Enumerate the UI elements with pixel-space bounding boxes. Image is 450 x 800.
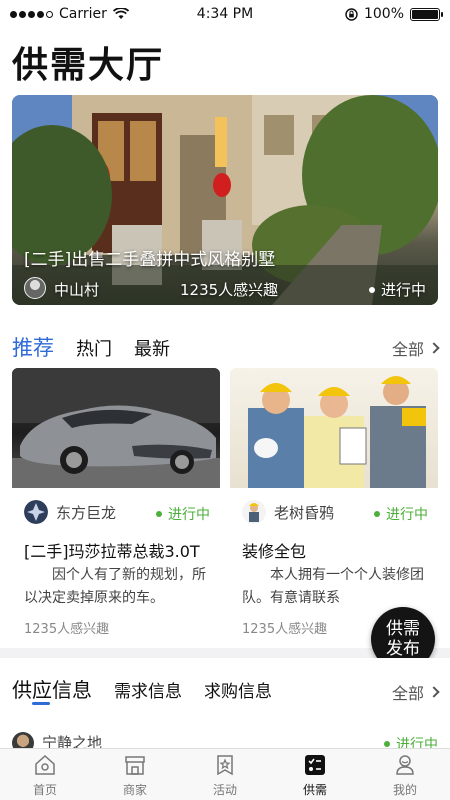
card-status-label: 进行中	[168, 507, 210, 523]
avatar	[24, 500, 48, 524]
recommend-tabs: 推荐 热门 最新	[12, 332, 170, 362]
card-interest-count: 1235人感兴趣	[242, 622, 328, 637]
recommend-section: 推荐 热门 最新 全部 东方巨龙 进行中 [二手]玛莎拉蒂总裁3.0T 因个人有…	[0, 318, 450, 648]
tabbar-item-activity[interactable]: 活动	[180, 749, 270, 800]
publish-button-line1: 供需	[386, 619, 420, 639]
page-title: 供需大厅	[12, 45, 165, 86]
hero-section: [二手]出售二手叠拼中式风格别墅 中山村 1235人感兴趣 进行中	[0, 90, 450, 318]
recommend-see-all[interactable]: 全部	[391, 336, 440, 360]
card-title: 装修全包	[242, 542, 307, 561]
tabbar-item-profile[interactable]: 我的	[360, 749, 450, 800]
tabbar-label: 供需	[302, 783, 327, 797]
tabbar-item-home[interactable]: 首页	[0, 749, 90, 800]
hero-meta: 中山村 1235人感兴趣 进行中	[24, 277, 426, 299]
tabbar-label: 活动	[212, 783, 237, 797]
recommend-card-car[interactable]: 东方巨龙 进行中 [二手]玛莎拉蒂总裁3.0T 因个人有了新的规划，所以决定卖掉…	[12, 368, 220, 638]
status-dot-icon	[384, 741, 390, 747]
hero-status-label: 进行中	[380, 281, 426, 299]
tabbar-item-shop[interactable]: 商家	[90, 749, 180, 800]
status-badge: 进行中	[374, 504, 428, 524]
see-all-label: 全部	[391, 340, 424, 359]
info-see-all[interactable]: 全部	[391, 680, 440, 704]
card-interest-count: 1235人感兴趣	[24, 622, 110, 637]
tab-purchase[interactable]: 求购信息	[204, 677, 272, 702]
status-right: 100%	[345, 6, 443, 22]
car-illustration	[12, 368, 220, 488]
tabbar-label: 我的	[392, 783, 417, 797]
card-description: 因个人有了新的规划，所以决定卖掉原来的车。	[24, 567, 206, 606]
card-author: 老树昏鸦	[274, 503, 335, 522]
sports-car-photo	[12, 368, 220, 488]
supply-demand-icon	[305, 755, 325, 775]
bottom-tab-bar: 首页 商家 活动 供需 我的	[0, 748, 450, 800]
hero-author: 中山村	[54, 281, 100, 299]
hero-status-badge: 进行中	[368, 279, 426, 300]
home-icon	[35, 754, 55, 775]
construction-workers-photo	[230, 368, 438, 488]
card-author: 东方巨龙	[56, 503, 117, 522]
villa-photo	[12, 95, 438, 305]
tab-recommend[interactable]: 推荐	[12, 332, 54, 362]
hero-interest-count: 1235人感兴趣	[180, 281, 279, 299]
card-description: 本人拥有一个个人装修团队。有意请联系	[242, 567, 424, 606]
status-dot-icon	[374, 511, 380, 517]
profile-icon	[396, 755, 414, 775]
info-section: 供应信息 需求信息 求购信息 全部 宁静之地 进行中	[0, 658, 450, 754]
chevron-right-icon	[428, 342, 440, 354]
card-user: 东方巨龙	[24, 500, 116, 524]
tab-hot[interactable]: 热门	[76, 335, 112, 361]
status-bar: Carrier 4:34 PM 100%	[0, 0, 450, 28]
status-badge: 进行中	[156, 504, 210, 524]
active-tab-indicator	[32, 702, 50, 705]
card-title: [二手]玛莎拉蒂总裁3.0T	[24, 542, 200, 561]
avatar	[242, 500, 266, 524]
tab-latest[interactable]: 最新	[134, 335, 170, 361]
hero-title: [二手]出售二手叠拼中式风格别墅	[24, 250, 276, 270]
tabbar-label: 商家	[122, 783, 147, 797]
workers-illustration	[248, 376, 426, 488]
chevron-right-icon	[428, 686, 440, 698]
tabbar-item-supply-demand[interactable]: 供需	[270, 749, 360, 800]
battery-icon	[410, 7, 443, 21]
recommend-card-renovation[interactable]: 老树昏鸦 进行中 装修全包 本人拥有一个个人装修团队。有意请联系 1235人感兴…	[230, 368, 438, 638]
battery-level	[412, 9, 438, 19]
tab-demand[interactable]: 需求信息	[114, 677, 182, 702]
activity-icon	[217, 755, 233, 776]
card-user: 老树昏鸦	[242, 500, 334, 524]
status-dot-icon	[368, 286, 375, 293]
battery-label: 100%	[363, 6, 404, 22]
orientation-lock-icon	[345, 7, 358, 21]
info-tabs: 供应信息 需求信息 求购信息	[12, 674, 272, 703]
card-status-label: 进行中	[386, 507, 428, 523]
header: 供需大厅	[0, 28, 450, 90]
see-all-label: 全部	[391, 684, 424, 703]
avatar	[24, 277, 46, 299]
publish-button-line2: 发布	[386, 639, 420, 659]
hero-banner[interactable]: [二手]出售二手叠拼中式风格别墅 中山村 1235人感兴趣 进行中	[12, 95, 438, 305]
status-dot-icon	[156, 511, 162, 517]
shop-icon	[125, 756, 145, 775]
tabbar-label: 首页	[32, 783, 57, 797]
tab-supply[interactable]: 供应信息	[12, 674, 92, 703]
